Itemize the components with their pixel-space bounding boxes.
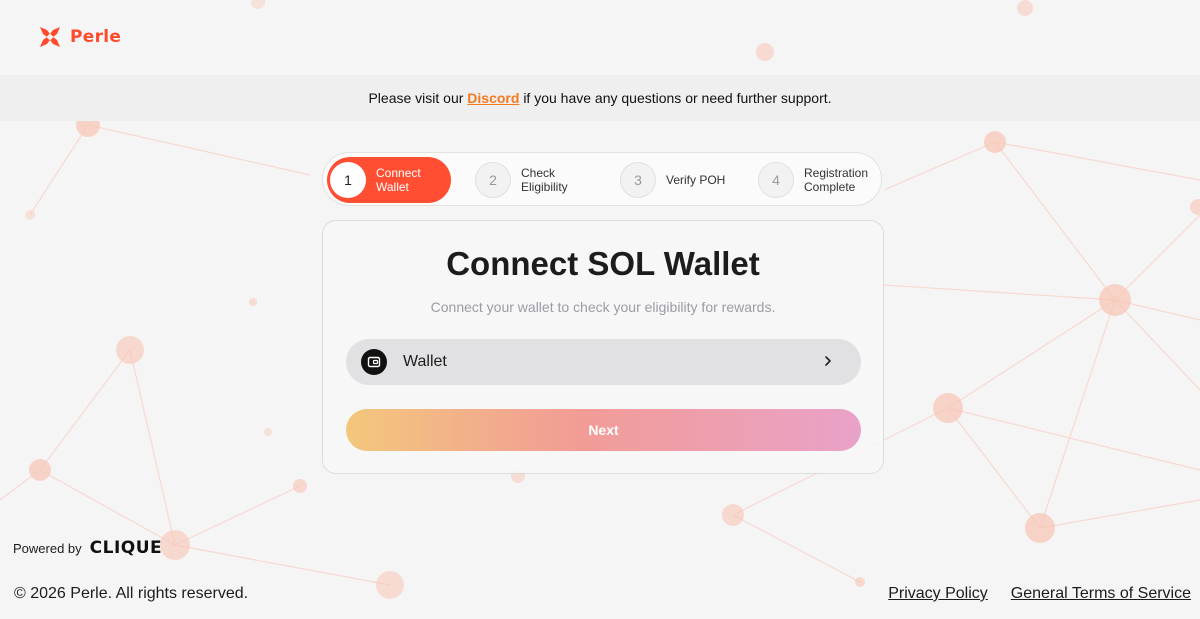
registration-stepper: 1 Connect Wallet 2 Check Eligibility 3 V… — [322, 152, 882, 206]
step-number: 4 — [758, 162, 794, 198]
discord-link[interactable]: Discord — [467, 90, 519, 106]
wallet-select-button[interactable]: Wallet — [346, 339, 861, 385]
copyright-text: © 2026 Perle. All rights reserved. — [14, 585, 249, 602]
step-label: Verify POH — [666, 173, 726, 187]
banner-prefix: Please visit our — [368, 90, 464, 106]
card-title: Connect SOL Wallet — [446, 245, 760, 282]
step-number: 1 — [330, 162, 366, 198]
chevron-right-icon — [825, 356, 831, 366]
support-banner: Please visit our Discord if you have any… — [0, 75, 1200, 121]
card-subtitle: Connect your wallet to check your eligib… — [430, 299, 776, 315]
powered-by-label: Powered by — [13, 540, 82, 556]
step-number: 3 — [620, 162, 656, 198]
step-check-eligibility: 2 Check Eligibility — [472, 157, 602, 203]
banner-suffix: if you have any questions or need furthe… — [523, 90, 832, 106]
powered-by: Powered by CLIQUE — [13, 538, 162, 558]
step-verify-poh: 3 Verify POH — [617, 157, 747, 203]
connect-wallet-card: Connect SOL Wallet Connect your wallet t… — [322, 220, 884, 474]
step-registration-complete: 4 Registration Complete — [755, 157, 879, 203]
perle-logo-icon — [40, 27, 60, 47]
footer-links: Privacy Policy General Terms of Service — [888, 585, 1191, 603]
step-label: Registration Complete — [804, 166, 869, 194]
step-number: 2 — [475, 162, 511, 198]
privacy-policy-link[interactable]: Privacy Policy — [888, 585, 988, 603]
terms-of-service-link[interactable]: General Terms of Service — [1011, 585, 1191, 603]
step-label: Check Eligibility — [521, 166, 568, 194]
step-label: Connect Wallet — [376, 166, 421, 194]
wallet-icon — [361, 349, 387, 375]
wallet-label: Wallet — [403, 353, 447, 370]
next-button[interactable]: Next — [346, 409, 861, 451]
clique-logo[interactable]: CLIQUE — [90, 538, 163, 558]
step-connect-wallet: 1 Connect Wallet — [327, 157, 451, 203]
perle-logo[interactable]: Perle — [38, 25, 121, 49]
page: Perle Please visit our Discord if you ha… — [0, 0, 1200, 619]
brand-name: Perle — [70, 27, 122, 47]
